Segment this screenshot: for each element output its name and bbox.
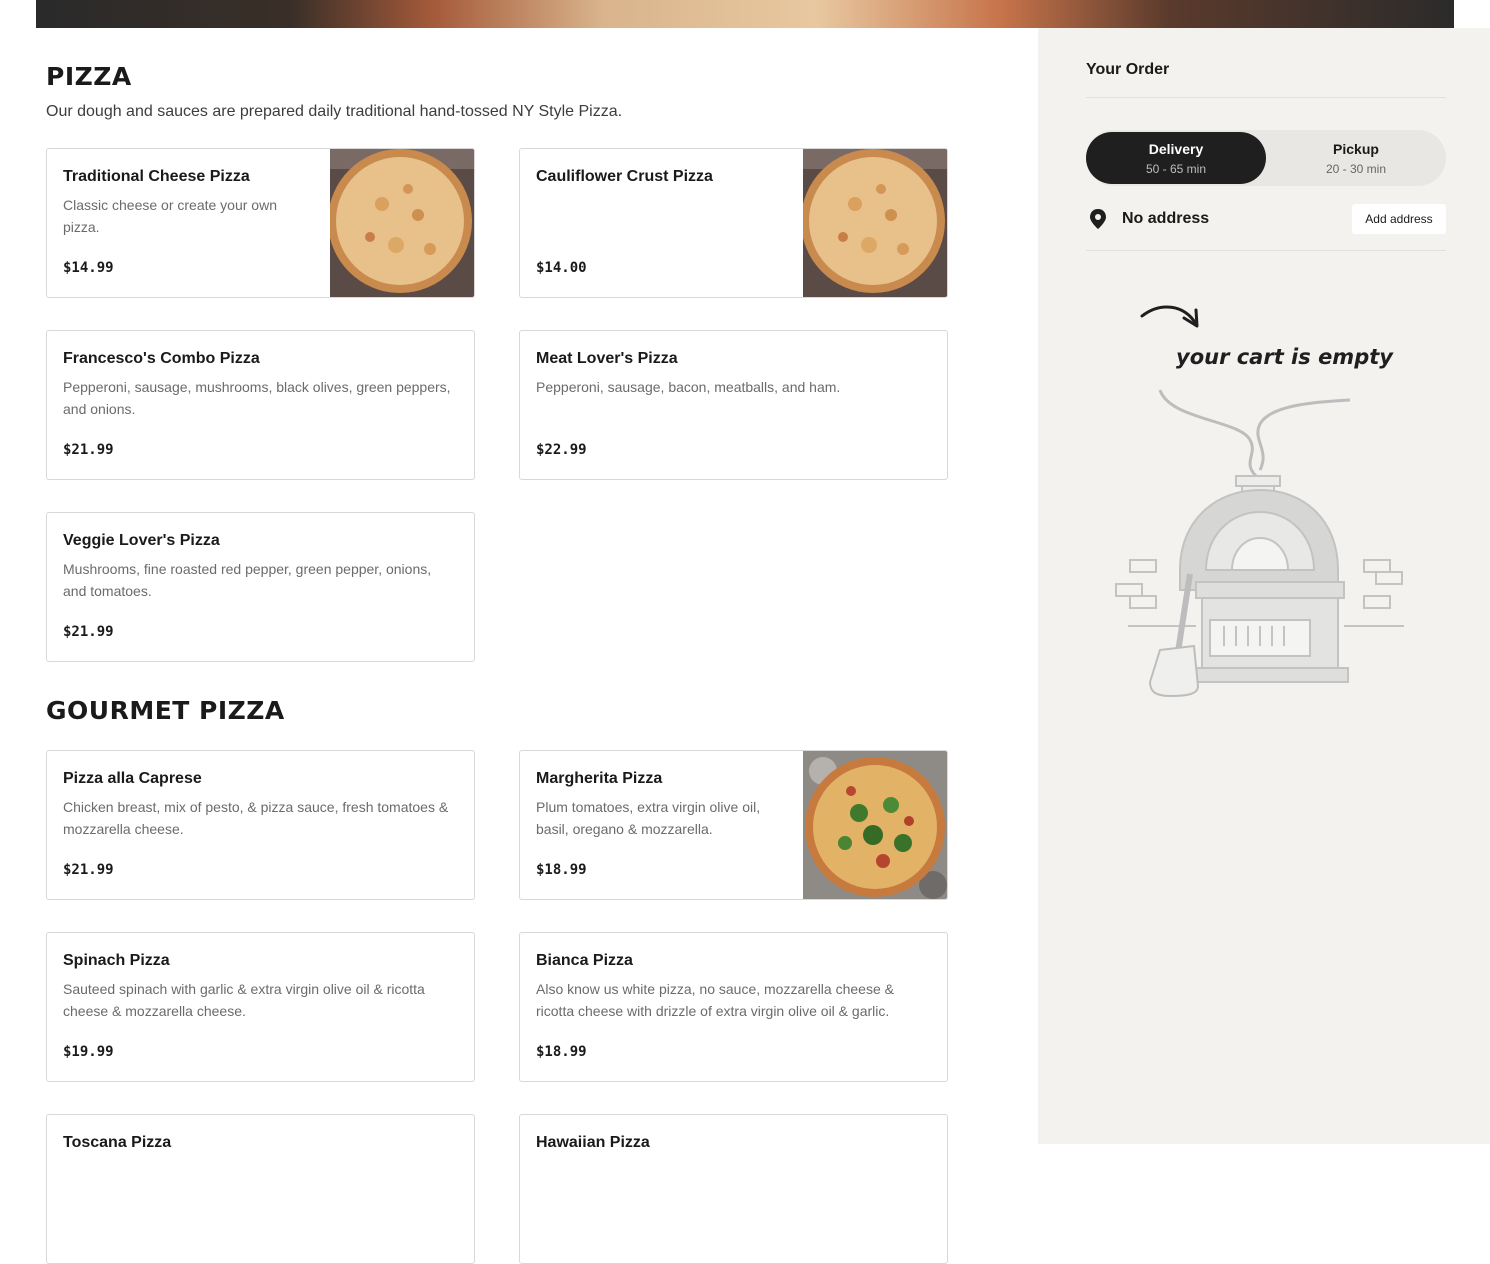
menu-item-price: $14.99 (63, 260, 114, 276)
menu-item-card[interactable]: Spinach Pizza Sauteed spinach with garli… (46, 932, 475, 1082)
menu-item-name: Traditional Cheese Pizza (63, 168, 250, 185)
menu-item-description: Plum tomatoes, extra virgin olive oil, b… (536, 799, 761, 837)
section-description-pizza: Our dough and sauces are prepared daily … (46, 103, 623, 120)
menu-item-description: Pepperoni, sausage, bacon, meatballs, an… (536, 379, 841, 395)
menu-item-card[interactable]: Bianca Pizza Also know us white pizza, n… (519, 932, 948, 1082)
menu-item-description: Chicken breast, mix of pesto, & pizza sa… (63, 799, 449, 837)
menu-item-name: Meat Lover's Pizza (536, 350, 678, 367)
menu-item-name: Margherita Pizza (536, 770, 663, 787)
delivery-label: Delivery (1148, 141, 1204, 157)
menu-item-price: $14.00 (536, 260, 587, 276)
menu-item-card[interactable]: Hawaiian Pizza (519, 1114, 948, 1264)
menu-item-price: $21.99 (63, 442, 114, 458)
menu-item-card[interactable]: Pizza alla Caprese Chicken breast, mix o… (46, 750, 475, 900)
menu-item-price: $19.99 (63, 1044, 114, 1060)
menu-item-image (330, 149, 474, 297)
pickup-time: 20 - 30 min (1325, 162, 1387, 176)
menu-item-name: Spinach Pizza (63, 952, 170, 969)
menu-item-name: Veggie Lover's Pizza (63, 532, 220, 549)
location-pin-icon (1088, 208, 1108, 235)
menu-item-name: Hawaiian Pizza (536, 1134, 650, 1151)
pickup-label: Pickup (1333, 141, 1379, 157)
delivery-time: 50 - 65 min (1145, 162, 1207, 176)
menu-item-name: Francesco's Combo Pizza (63, 350, 260, 367)
divider (1086, 250, 1446, 251)
menu-item-name: Bianca Pizza (536, 952, 633, 969)
hero-banner-image (36, 0, 1454, 28)
menu-content: PIZZA Our dough and sauces are prepared … (0, 28, 1038, 1264)
fulfillment-toggle: Delivery 50 - 65 min Pickup 20 - 30 min (1086, 130, 1446, 186)
menu-item-card[interactable]: Veggie Lover's Pizza Mushrooms, fine roa… (46, 512, 475, 662)
menu-item-card[interactable]: Margherita Pizza Plum tomatoes, extra vi… (519, 750, 948, 900)
pickup-option[interactable]: Pickup 20 - 30 min (1266, 132, 1446, 184)
menu-item-card[interactable]: Toscana Pizza (46, 1114, 475, 1264)
menu-item-price: $22.99 (536, 442, 587, 458)
menu-item-description: Classic cheese or create your own pizza. (63, 197, 277, 235)
menu-item-price: $21.99 (63, 862, 114, 878)
menu-item-description: Sauteed spinach with garlic & extra virg… (63, 981, 425, 1019)
menu-item-description: Pepperoni, sausage, mushrooms, black oli… (63, 379, 451, 417)
menu-item-image (803, 751, 947, 899)
menu-item-card[interactable]: Meat Lover's Pizza Pepperoni, sausage, b… (519, 330, 948, 480)
menu-item-card[interactable]: Cauliflower Crust Pizza $14.00 (519, 148, 948, 298)
menu-item-description: Mushrooms, fine roasted red pepper, gree… (63, 561, 432, 599)
divider (1086, 97, 1446, 98)
empty-cart-illustration: your cart is empty (1110, 290, 1430, 710)
address-row: No address Add address (1086, 202, 1446, 236)
menu-item-price: $21.99 (63, 624, 114, 640)
menu-item-image (803, 149, 947, 297)
order-title: Your Order (1086, 61, 1170, 78)
delivery-option[interactable]: Delivery 50 - 65 min (1086, 132, 1266, 184)
order-sidebar: Your Order Delivery 50 - 65 min Pickup 2… (1038, 28, 1490, 1144)
menu-item-name: Cauliflower Crust Pizza (536, 168, 713, 185)
section-title-pizza: PIZZA (46, 62, 132, 91)
empty-cart-text: your cart is empty (1176, 345, 1394, 369)
menu-item-price: $18.99 (536, 1044, 587, 1060)
menu-item-description: Also know us white pizza, no sauce, mozz… (536, 981, 894, 1019)
menu-item-name: Pizza alla Caprese (63, 770, 202, 787)
section-title-gourmet-pizza: GOURMET PIZZA (46, 696, 285, 725)
menu-item-card[interactable]: Francesco's Combo Pizza Pepperoni, sausa… (46, 330, 475, 480)
address-text: No address (1122, 210, 1210, 227)
menu-item-name: Toscana Pizza (63, 1134, 172, 1151)
menu-item-card[interactable]: Traditional Cheese Pizza Classic cheese … (46, 148, 475, 298)
add-address-button[interactable]: Add address (1352, 204, 1446, 234)
menu-item-price: $18.99 (536, 862, 587, 878)
